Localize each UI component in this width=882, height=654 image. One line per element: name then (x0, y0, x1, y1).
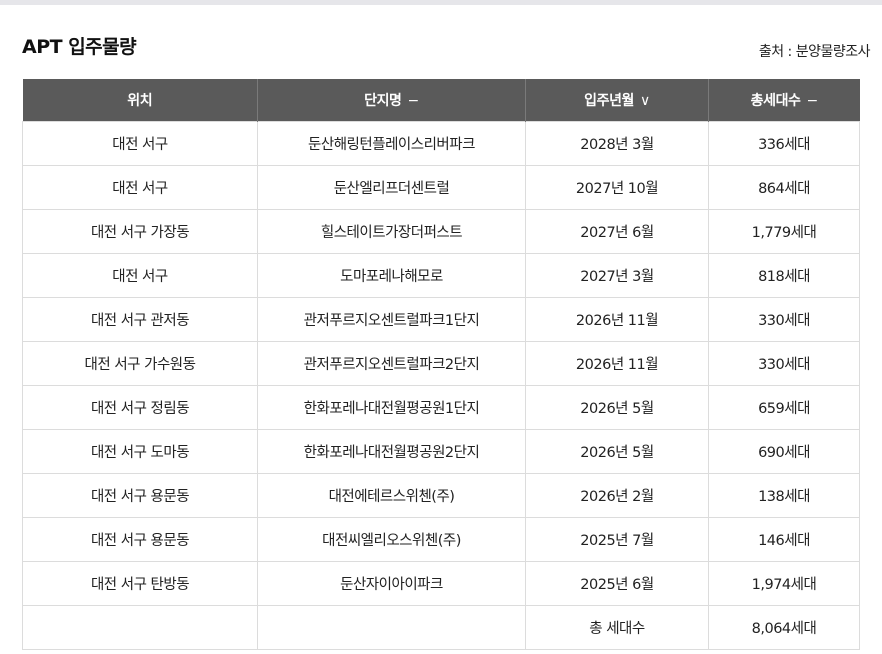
cell-location: 대전 서구 용문동 (22, 473, 258, 518)
cell-total-units: 336세대 (708, 121, 860, 166)
table-row: 대전 서구 정림동 한화포레나대전월평공원1단지 2026년 5월 659세대 (22, 385, 860, 430)
cell-location: 대전 서구 정림동 (22, 385, 258, 430)
column-header-label: 위치 (127, 93, 153, 109)
cell-location: 대전 서구 (22, 165, 258, 210)
cell-complex-name: 도마포레나해모로 (257, 253, 526, 298)
table-row: 대전 서구 도마포레나해모로 2027년 3월 818세대 (22, 253, 860, 298)
cell-total-units: 330세대 (708, 341, 860, 386)
cell-total-units: 690세대 (708, 429, 860, 474)
chevron-down-icon[interactable]: ∨ (640, 93, 650, 109)
table-row: 대전 서구 관저동 관저푸르지오센트럴파크1단지 2026년 11월 330세대 (22, 297, 860, 342)
cell-complex-name (257, 605, 526, 650)
cell-move-in-date: 2026년 5월 (525, 429, 709, 474)
cell-total-units: 659세대 (708, 385, 860, 430)
cell-total-units: 146세대 (708, 517, 860, 562)
table-row: 대전 서구 둔산해링턴플레이스리버파크 2028년 3월 336세대 (22, 121, 860, 166)
table-row: 대전 서구 탄방동 둔산자이아이파크 2025년 6월 1,974세대 (22, 561, 860, 606)
table-row: 대전 서구 용문동 대전에테르스위첸(주) 2026년 2월 138세대 (22, 473, 860, 518)
column-header-label: 입주년월 (584, 93, 635, 109)
cell-move-in-date: 2025년 7월 (525, 517, 709, 562)
cell-total-units: 864세대 (708, 165, 860, 210)
table-row: 대전 서구 가수원동 관저푸르지오센트럴파크2단지 2026년 11월 330세대 (22, 341, 860, 386)
cell-total-units: 8,064세대 (708, 605, 860, 650)
column-header-move-in-date[interactable]: 입주년월 ∨ (525, 79, 709, 122)
page-title: APT 입주물량 (22, 36, 137, 58)
cell-complex-name: 한화포레나대전월평공원1단지 (257, 385, 526, 430)
cell-complex-name: 관저푸르지오센트럴파크1단지 (257, 297, 526, 342)
cell-total-units: 1,974세대 (708, 561, 860, 606)
table-row: 대전 서구 둔산엘리프더센트럴 2027년 10월 864세대 (22, 165, 860, 210)
cell-total-units: 138세대 (708, 473, 860, 518)
cell-location: 대전 서구 가장동 (22, 209, 258, 254)
cell-location: 대전 서구 탄방동 (22, 561, 258, 606)
column-header-label: 총세대수 (750, 93, 801, 109)
cell-location: 대전 서구 도마동 (22, 429, 258, 474)
cell-move-in-date: 2026년 5월 (525, 385, 709, 430)
cell-move-in-date: 2025년 6월 (525, 561, 709, 606)
table-header-row: 위치 단지명 − 입주년월 ∨ 총세대수 − (22, 79, 860, 122)
cell-total-units: 330세대 (708, 297, 860, 342)
cell-move-in-date: 2027년 6월 (525, 209, 709, 254)
cell-move-in-date: 2027년 3월 (525, 253, 709, 298)
cell-location: 대전 서구 (22, 121, 258, 166)
cell-move-in-date: 2027년 10월 (525, 165, 709, 210)
cell-location: 대전 서구 관저동 (22, 297, 258, 342)
cell-total-units: 818세대 (708, 253, 860, 298)
cell-move-in-date: 총 세대수 (525, 605, 709, 650)
apt-supply-table: 위치 단지명 − 입주년월 ∨ 총세대수 − 대전 서구 둔산해링턴플레이스리버파크 20… (22, 79, 860, 650)
column-header-complex[interactable]: 단지명 − (257, 79, 526, 122)
table-row: 대전 서구 도마동 한화포레나대전월평공원2단지 2026년 5월 690세대 (22, 429, 860, 474)
column-header-label: 단지명 (364, 93, 402, 109)
cell-location (22, 605, 258, 650)
cell-complex-name: 둔산엘리프더센트럴 (257, 165, 526, 210)
cell-move-in-date: 2026년 11월 (525, 297, 709, 342)
cell-location: 대전 서구 용문동 (22, 517, 258, 562)
cell-complex-name: 한화포레나대전월평공원2단지 (257, 429, 526, 474)
column-header-total-units[interactable]: 총세대수 − (708, 79, 860, 122)
cell-move-in-date: 2026년 2월 (525, 473, 709, 518)
table-row: 대전 서구 용문동 대전씨엘리오스위첸(주) 2025년 7월 146세대 (22, 517, 860, 562)
cell-move-in-date: 2028년 3월 (525, 121, 709, 166)
column-header-location[interactable]: 위치 (22, 79, 258, 122)
cell-complex-name: 힐스테이트가장더퍼스트 (257, 209, 526, 254)
cell-complex-name: 둔산해링턴플레이스리버파크 (257, 121, 526, 166)
minus-icon[interactable]: − (408, 93, 420, 109)
cell-move-in-date: 2026년 11월 (525, 341, 709, 386)
table-body: 대전 서구 둔산해링턴플레이스리버파크 2028년 3월 336세대 대전 서구 둔산엘리… (22, 121, 860, 650)
minus-icon[interactable]: − (807, 93, 819, 109)
cell-location: 대전 서구 가수원동 (22, 341, 258, 386)
table-total-row: 총 세대수 8,064세대 (22, 605, 860, 650)
cell-complex-name: 둔산자이아이파크 (257, 561, 526, 606)
top-bar (0, 0, 882, 5)
table-row: 대전 서구 가장동 힐스테이트가장더퍼스트 2027년 6월 1,779세대 (22, 209, 860, 254)
cell-complex-name: 대전에테르스위첸(주) (257, 473, 526, 518)
cell-location: 대전 서구 (22, 253, 258, 298)
cell-complex-name: 관저푸르지오센트럴파크2단지 (257, 341, 526, 386)
cell-complex-name: 대전씨엘리오스위첸(주) (257, 517, 526, 562)
source-note: 출처 : 분양물량조사 (758, 44, 871, 60)
cell-total-units: 1,779세대 (708, 209, 860, 254)
